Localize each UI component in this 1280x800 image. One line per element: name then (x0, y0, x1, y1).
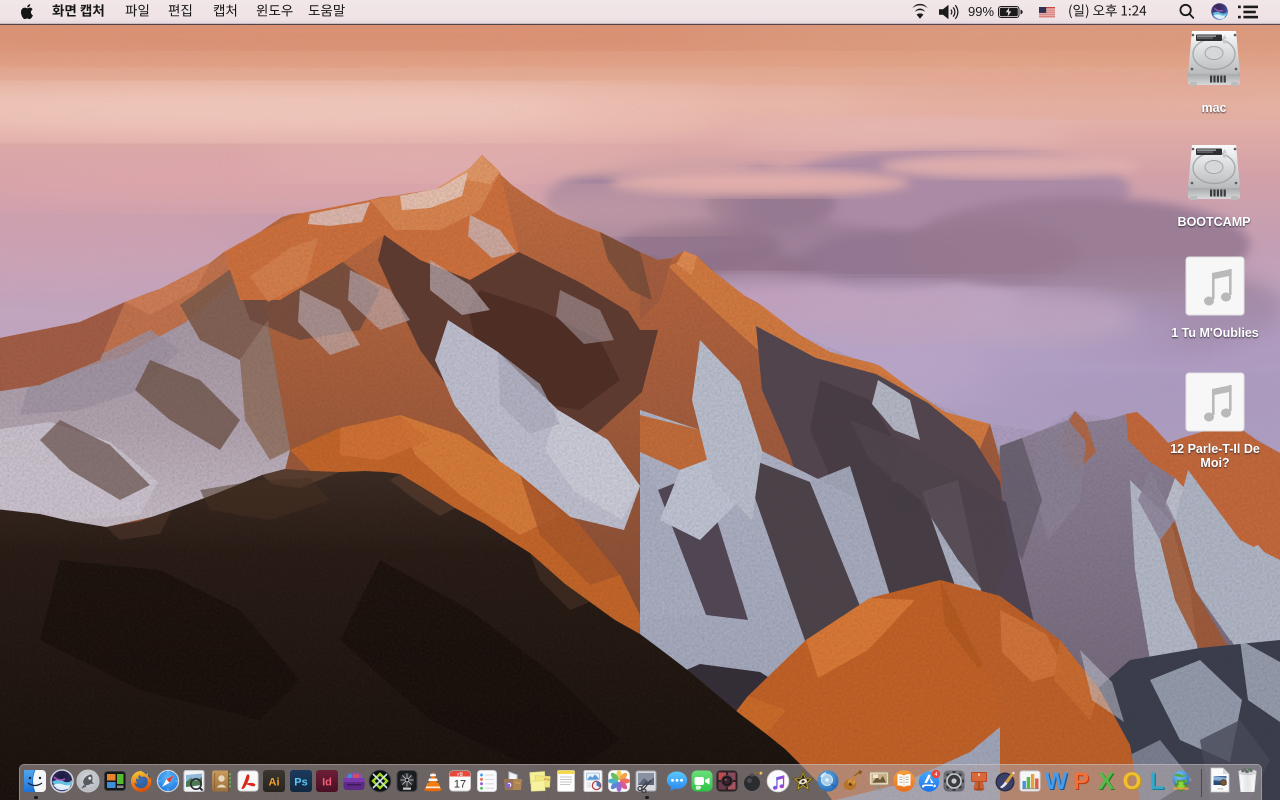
svg-text:Plan: Plan (544, 777, 551, 781)
svg-text:Ps: Ps (294, 777, 307, 789)
svg-text:4: 4 (934, 772, 937, 778)
svg-text:L: L (1150, 769, 1165, 795)
svg-text:W: W (1045, 769, 1068, 795)
svg-text:17: 17 (454, 779, 466, 791)
svg-text:.mov: .mov (1217, 787, 1224, 791)
svg-text:X: X (1098, 769, 1114, 795)
svg-text:O: O (1123, 769, 1142, 795)
svg-text:Id: Id (322, 777, 332, 789)
svg-text:P: P (1073, 769, 1089, 795)
svg-text:Ai: Ai (269, 777, 280, 789)
svg-text:6월: 6월 (457, 770, 463, 776)
